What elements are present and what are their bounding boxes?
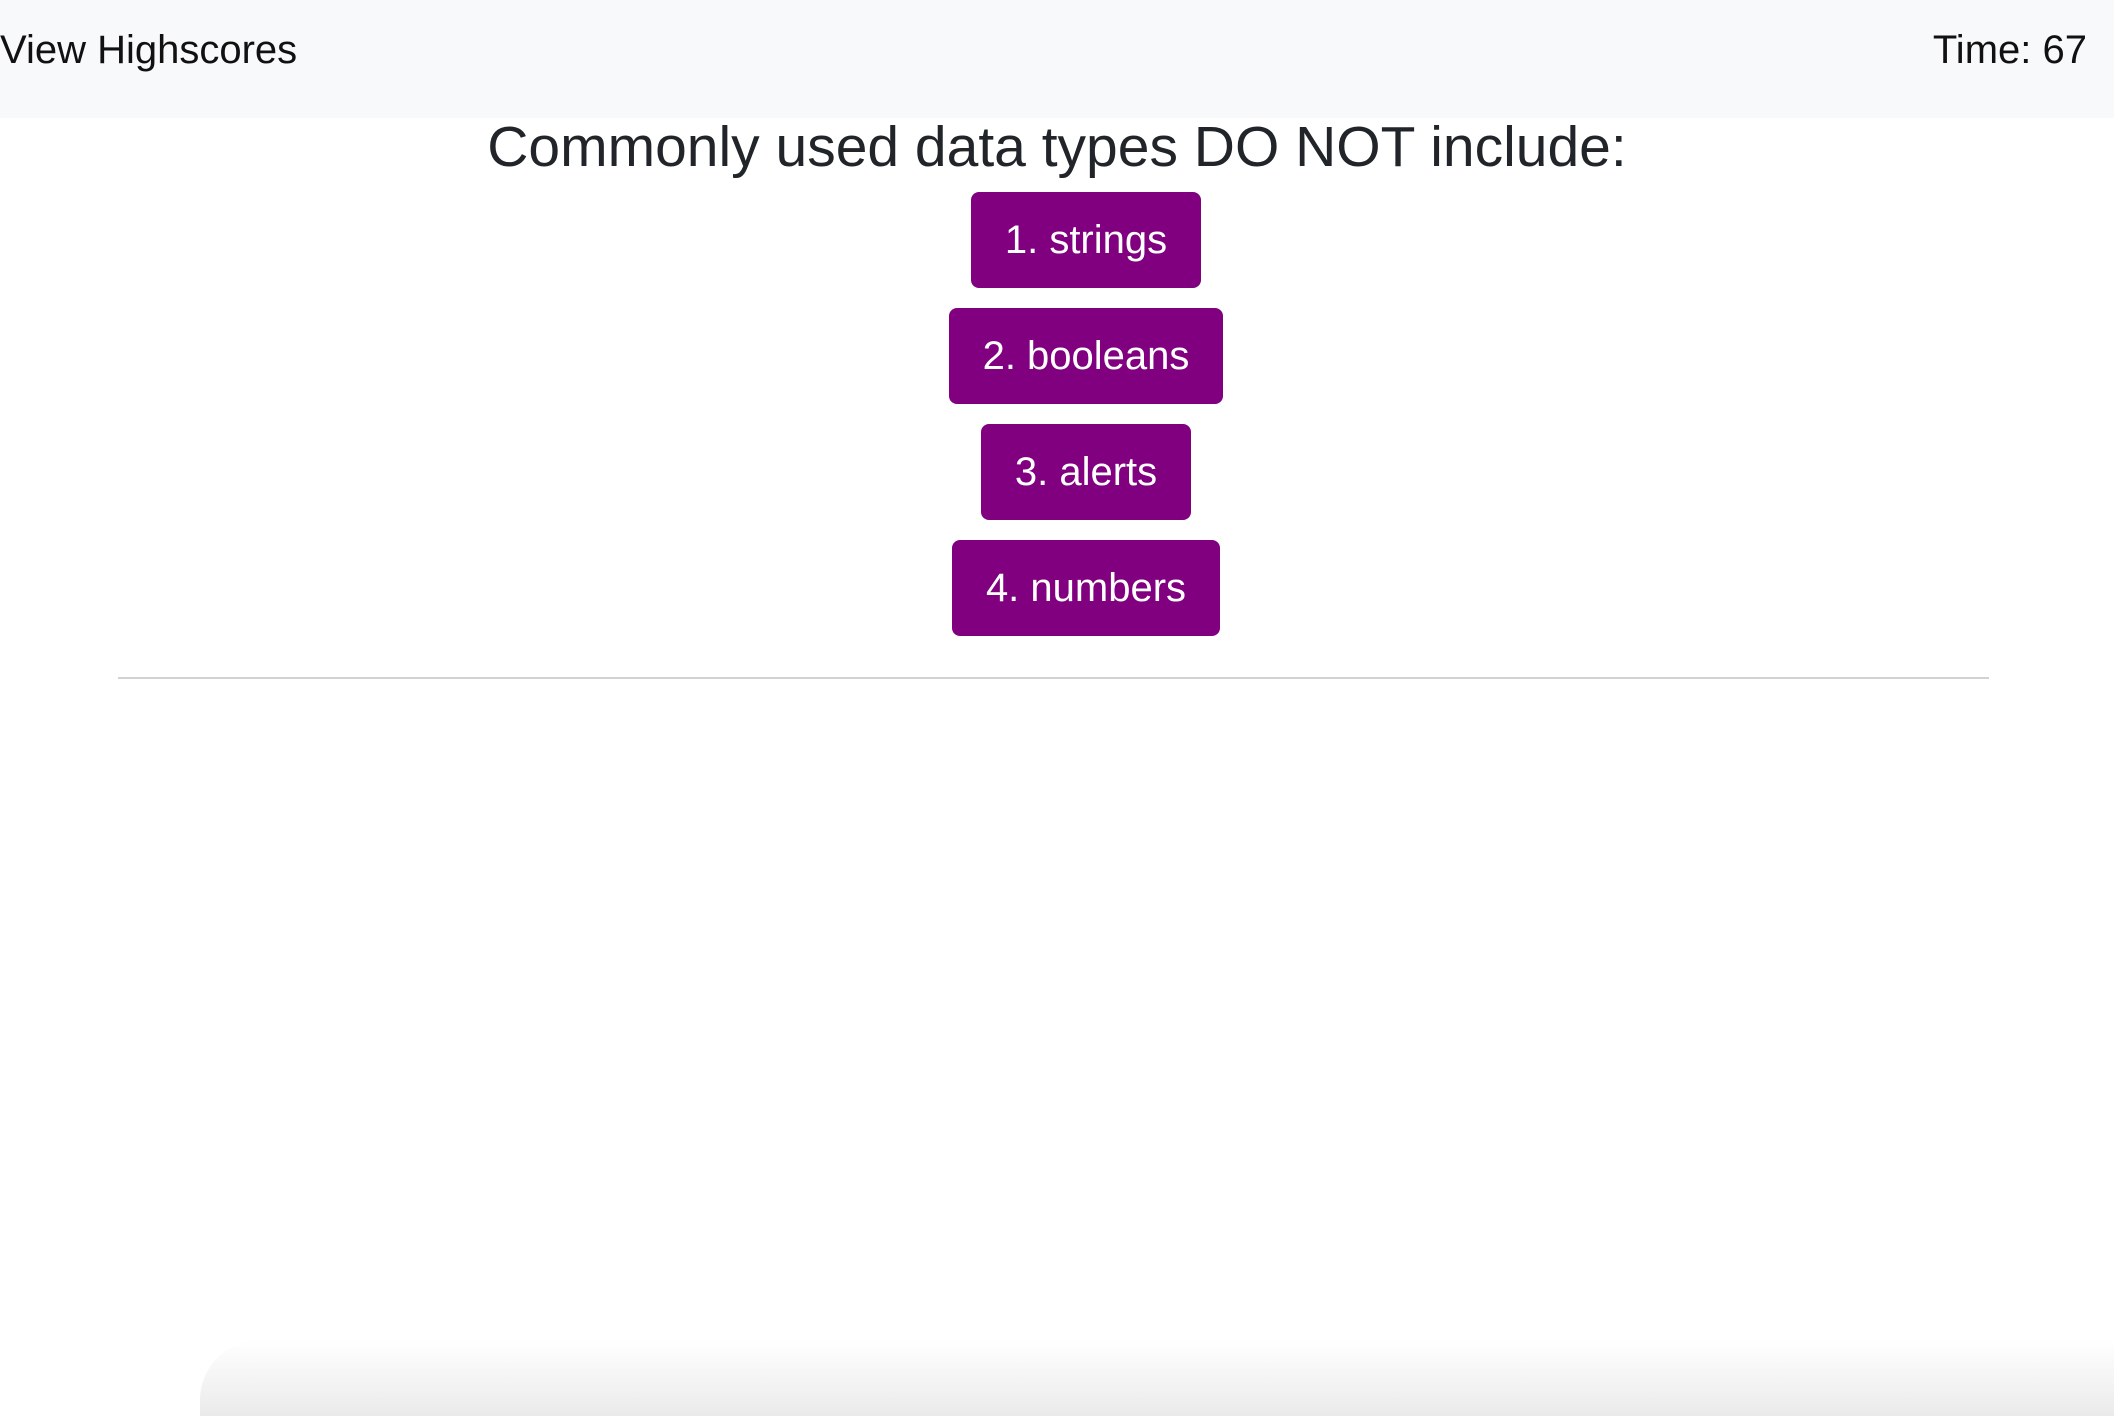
answer-choices: 1. strings 2. booleans 3. alerts 4. numb… — [0, 192, 2114, 656]
choice-button-numbers[interactable]: 4. numbers — [951, 540, 1221, 636]
timer-value: 67 — [2042, 28, 2088, 72]
top-bar: View Highscores Time: 67 — [0, 0, 2114, 118]
choice-button-strings[interactable]: 1. strings — [970, 192, 1202, 288]
choice-button-booleans[interactable]: 2. booleans — [948, 308, 1224, 404]
bottom-shadow-decoration — [200, 1340, 2114, 1416]
timer-label: Time: — [1932, 28, 2032, 72]
choice-button-alerts[interactable]: 3. alerts — [980, 424, 1192, 520]
quiz-page: View Highscores Time: 67 Commonly used d… — [0, 0, 2114, 1416]
question-title: Commonly used data types DO NOT include: — [487, 115, 1627, 179]
view-highscores-link[interactable]: View Highscores — [0, 26, 297, 74]
timer: Time: 67 — [1933, 26, 2087, 74]
divider-line — [118, 677, 1989, 679]
